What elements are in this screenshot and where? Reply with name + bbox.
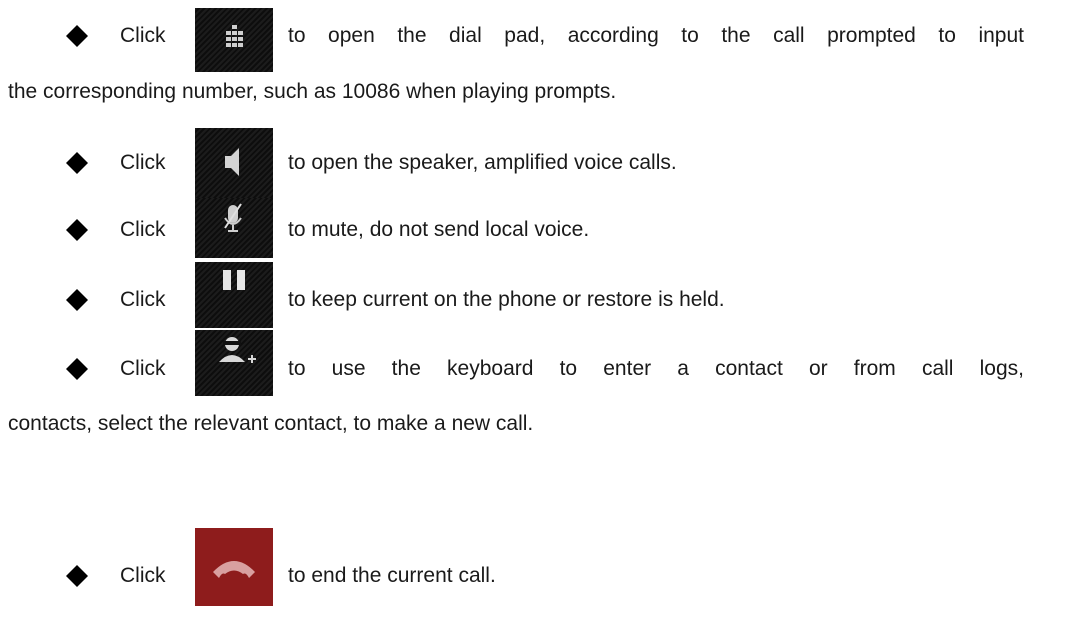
click-label: Click — [120, 151, 166, 174]
bullet-diamond-icon — [66, 289, 88, 311]
end-call-description: to end the current call. — [288, 564, 496, 587]
hold-description: to keep current on the phone or restore … — [288, 288, 725, 311]
click-label: Click — [120, 24, 166, 47]
bullet-diamond-icon — [66, 152, 88, 174]
bullet-diamond-icon — [66, 219, 88, 241]
click-label: Click — [120, 357, 166, 380]
click-label: Click — [120, 564, 166, 587]
click-label: Click — [120, 218, 166, 241]
bullet-diamond-icon — [66, 358, 88, 380]
end-call-icon — [195, 528, 273, 606]
dialpad-description: to open the dial pad, according to the c… — [288, 24, 1024, 47]
mute-description: to mute, do not send local voice. — [288, 218, 590, 241]
dialpad-icon — [195, 8, 273, 72]
bullet-diamond-icon — [66, 565, 88, 587]
add-contact-icon — [195, 330, 273, 396]
speaker-description: to open the speaker, amplified voice cal… — [288, 151, 677, 174]
add-contact-description-continued: contacts, select the relevant contact, t… — [8, 412, 534, 435]
add-contact-description: to use the keyboard to enter a contact o… — [288, 357, 1024, 380]
speaker-icon — [195, 128, 273, 200]
bullet-diamond-icon — [66, 25, 88, 47]
dialpad-description-continued: the corresponding number, such as 10086 … — [8, 80, 617, 103]
pause-icon — [195, 262, 273, 328]
click-label: Click — [120, 288, 166, 311]
mute-microphone-icon — [195, 198, 273, 258]
